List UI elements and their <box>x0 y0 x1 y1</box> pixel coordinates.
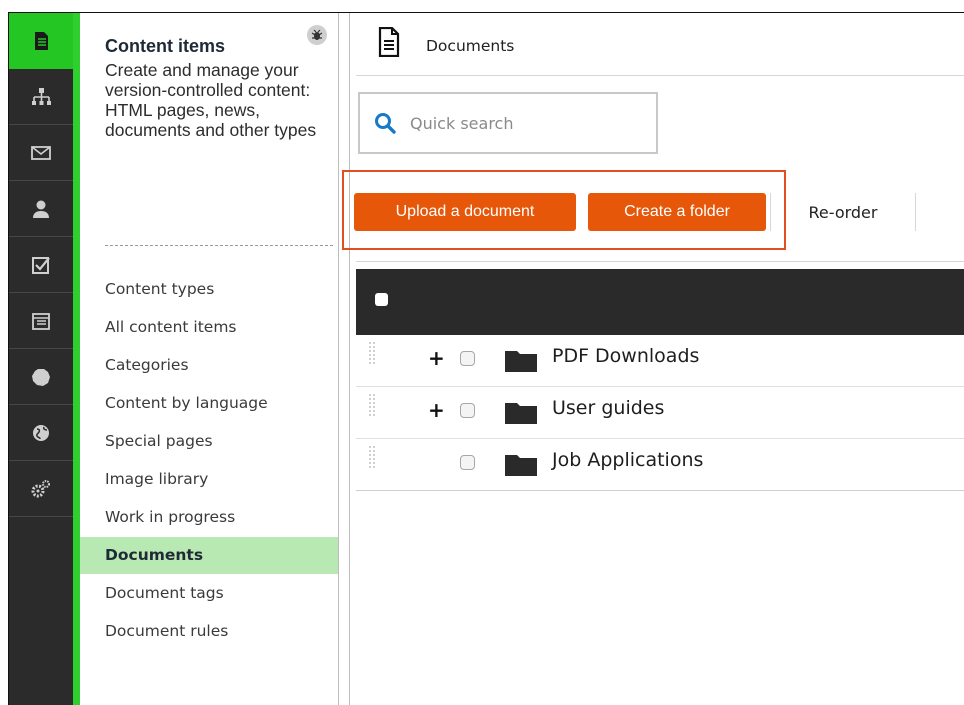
rail-item-mail[interactable] <box>9 125 73 181</box>
drag-handle-icon[interactable] <box>368 445 376 473</box>
nav-divider <box>105 245 333 246</box>
rail-item-calendar[interactable] <box>9 293 73 349</box>
nav-title: Content items <box>105 36 226 56</box>
table-row[interactable]: + PDF Downloads <box>356 335 964 387</box>
row-checkbox[interactable] <box>460 455 475 470</box>
table-row[interactable]: + User guides <box>356 387 964 439</box>
secondary-nav: Content items Create and manage your ver… <box>80 13 339 705</box>
globe-icon <box>33 424 49 441</box>
nav-item-document-tags[interactable]: Document tags <box>80 581 338 619</box>
nav-item-documents[interactable]: Documents <box>80 537 338 574</box>
nav-item-image-library[interactable]: Image library <box>80 467 338 505</box>
reorder-button[interactable]: Re-order <box>770 193 916 231</box>
calendar-icon <box>32 312 50 330</box>
rail-item-content[interactable] <box>9 13 73 69</box>
nav-item-special-pages[interactable]: Special pages <box>80 429 338 467</box>
toolbar-divider <box>356 261 964 262</box>
checkbox-icon <box>32 256 50 274</box>
table-header <box>356 269 964 335</box>
row-checkbox[interactable] <box>460 403 475 418</box>
folder-icon <box>505 455 537 476</box>
rail-accent-bar <box>73 13 80 705</box>
upload-document-button[interactable]: Upload a document <box>354 193 576 231</box>
drag-handle-icon[interactable] <box>368 341 376 369</box>
settings-icon <box>31 479 50 497</box>
bug-icon[interactable] <box>307 25 327 45</box>
rail-item-blob[interactable] <box>9 349 73 405</box>
sitemap-icon <box>32 87 51 105</box>
nav-item-document-rules[interactable]: Document rules <box>80 619 338 657</box>
row-name[interactable]: Job Applications <box>552 449 703 471</box>
document-icon <box>378 27 400 57</box>
icon-rail <box>9 13 73 705</box>
row-name[interactable]: PDF Downloads <box>552 345 699 367</box>
rail-item-users[interactable] <box>9 181 73 237</box>
rail-item-settings[interactable] <box>9 461 73 517</box>
folder-icon <box>505 351 537 372</box>
page-header: Documents <box>356 13 964 76</box>
rail-item-sitemap[interactable] <box>9 69 73 125</box>
expand-icon[interactable]: + <box>428 400 445 420</box>
table-row[interactable]: Job Applications <box>356 439 964 491</box>
page-title: Documents <box>426 37 515 55</box>
rail-item-globe[interactable] <box>9 405 73 461</box>
app-frame: Content items Create and manage your ver… <box>8 12 964 705</box>
row-name[interactable]: User guides <box>552 397 664 419</box>
rail-item-tasks[interactable] <box>9 237 73 293</box>
mail-icon <box>31 145 51 160</box>
search-icon <box>375 113 396 134</box>
drag-handle-icon[interactable] <box>368 393 376 421</box>
nav-list: Content types All content items Categori… <box>80 277 338 657</box>
create-folder-button[interactable]: Create a folder <box>588 193 766 231</box>
select-all-checkbox[interactable] <box>375 293 388 306</box>
row-checkbox[interactable] <box>460 351 475 366</box>
nav-item-content-types[interactable]: Content types <box>80 277 338 315</box>
quick-search-box[interactable]: Quick search <box>358 92 658 154</box>
expand-icon[interactable]: + <box>428 348 445 368</box>
document-icon <box>35 32 48 50</box>
folder-icon <box>505 403 537 424</box>
nav-item-categories[interactable]: Categories <box>80 353 338 391</box>
user-icon <box>33 200 49 218</box>
nav-item-content-by-language[interactable]: Content by language <box>80 391 338 429</box>
blob-icon <box>32 368 50 386</box>
nav-description: Create and manage your version-controlle… <box>105 60 317 140</box>
main-panel: Documents Quick search Upload a document… <box>342 13 964 705</box>
search-input[interactable]: Quick search <box>410 114 513 133</box>
nav-item-all-content-items[interactable]: All content items <box>80 315 338 353</box>
